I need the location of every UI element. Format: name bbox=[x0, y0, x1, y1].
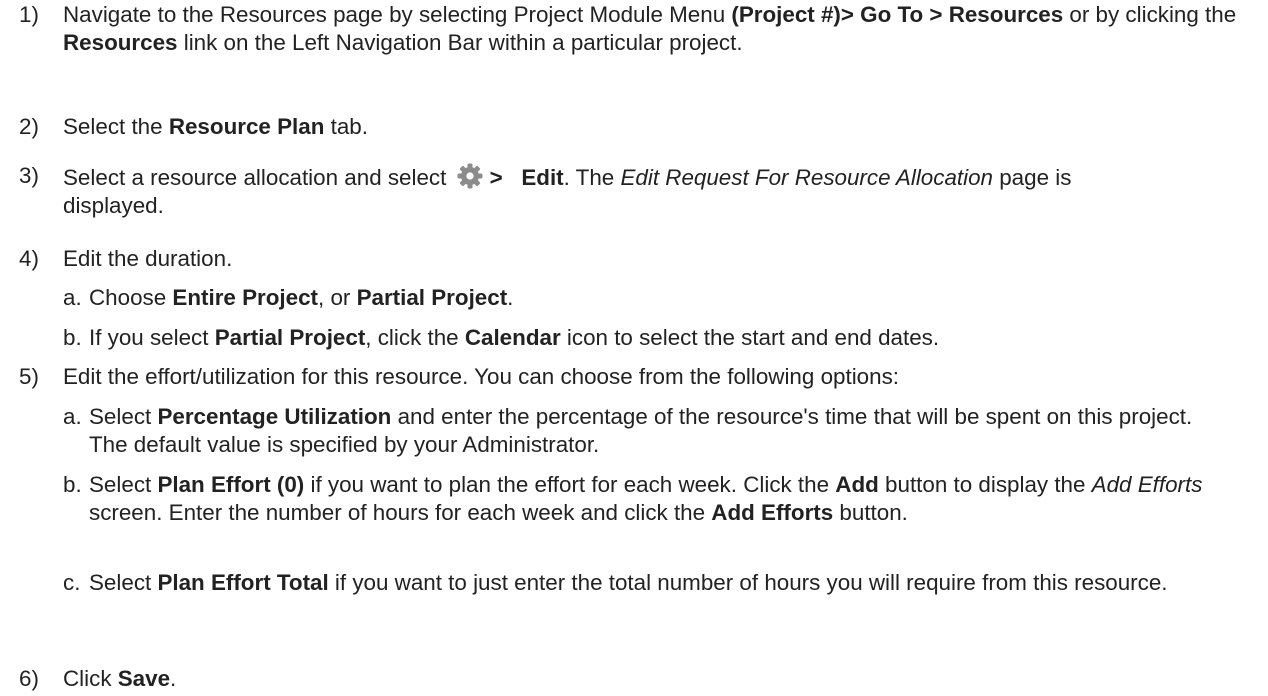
bold-run: Resource Plan bbox=[168, 114, 325, 139]
text-run: or by clicking the bbox=[1063, 2, 1237, 27]
bold-run: Percentage Utilization bbox=[157, 404, 392, 429]
text-run: button. bbox=[833, 500, 908, 525]
bold-run: Add Efforts bbox=[711, 500, 834, 525]
text-run: Select the bbox=[63, 114, 169, 139]
step-number: 4) bbox=[19, 246, 39, 271]
gear-icon bbox=[456, 162, 484, 190]
step-text: Navigate to the Resources page by select… bbox=[63, 1, 1248, 57]
bold-run: Entire Project bbox=[172, 285, 318, 310]
instructions-document: 1) Navigate to the Resources page by sel… bbox=[0, 0, 1268, 696]
text-run: If you select bbox=[89, 325, 215, 350]
step-number: 3) bbox=[19, 163, 39, 188]
text-run: Select bbox=[89, 570, 158, 595]
text-run: Navigate to the Resources page by select… bbox=[63, 2, 732, 27]
text-run: if you want to just enter the total numb… bbox=[328, 570, 1168, 595]
italic-run: Edit Request For Resource Allocation bbox=[620, 165, 993, 190]
sub-letter: a. bbox=[63, 404, 82, 429]
text-run: Select bbox=[89, 404, 158, 429]
sub-letter: b. bbox=[63, 472, 82, 497]
sub-text: If you select Partial Project, click the… bbox=[89, 324, 1255, 352]
bold-run: Plan Effort (0) bbox=[157, 472, 305, 497]
sub-letter: a. bbox=[63, 285, 82, 310]
text-run: tab. bbox=[324, 114, 368, 139]
bold-run: Calendar bbox=[464, 325, 561, 350]
sub-text: Choose Entire Project, or Partial Projec… bbox=[89, 284, 1245, 312]
step-text: Select a resource allocation and select … bbox=[63, 162, 1168, 220]
text-run: Choose bbox=[89, 285, 173, 310]
bold-run: Plan Effort Total bbox=[157, 570, 329, 595]
bold-run: Save bbox=[117, 666, 171, 691]
text-run: . The bbox=[563, 165, 621, 190]
bold-run: Resources bbox=[63, 30, 178, 55]
text-run: if you want to plan the effort for each … bbox=[304, 472, 836, 497]
step-text: Edit the duration. bbox=[63, 245, 1260, 273]
sub-text: Select Percentage Utilization and enter … bbox=[89, 403, 1215, 459]
step-number: 5) bbox=[19, 364, 39, 389]
bold-run: > bbox=[489, 165, 503, 190]
bold-run: (Project #)> Go To > Resources bbox=[731, 2, 1064, 27]
text-run: Select bbox=[89, 472, 158, 497]
text-run: Click bbox=[63, 666, 118, 691]
step-text: Select the Resource Plan tab. bbox=[63, 113, 1260, 141]
bold-run: Edit bbox=[521, 165, 564, 190]
bold-run: Partial Project bbox=[356, 285, 508, 310]
step-text: Click Save. bbox=[63, 665, 1260, 693]
text-run: Edit the effort/utilization for this res… bbox=[63, 364, 899, 389]
text-run: , or bbox=[318, 285, 357, 310]
sub-letter: c. bbox=[63, 570, 81, 595]
text-run: screen. Enter the number of hours for ea… bbox=[89, 500, 712, 525]
bold-run: Partial Project bbox=[214, 325, 366, 350]
text-run: Select a resource allocation and select bbox=[63, 165, 453, 190]
sub-text: Select Plan Effort Total if you want to … bbox=[89, 569, 1175, 597]
text-run: icon to select the start and end dates. bbox=[560, 325, 940, 350]
bold-run: Add bbox=[835, 472, 879, 497]
italic-run: Add Efforts bbox=[1091, 472, 1203, 497]
step-number: 2) bbox=[19, 114, 39, 139]
text-run: , click the bbox=[365, 325, 465, 350]
step-number: 1) bbox=[19, 2, 39, 27]
step-text: Edit the effort/utilization for this res… bbox=[63, 363, 1260, 391]
text-run: . bbox=[170, 666, 177, 691]
sub-text: Select Plan Effort (0) if you want to pl… bbox=[89, 471, 1235, 527]
text-run: link on the Left Navigation Bar within a… bbox=[177, 30, 743, 55]
sub-letter: b. bbox=[63, 325, 82, 350]
step-number: 6) bbox=[19, 666, 39, 691]
text-run: Edit the duration. bbox=[63, 246, 233, 271]
text-run: button to display the bbox=[878, 472, 1092, 497]
text-run: . bbox=[507, 285, 514, 310]
